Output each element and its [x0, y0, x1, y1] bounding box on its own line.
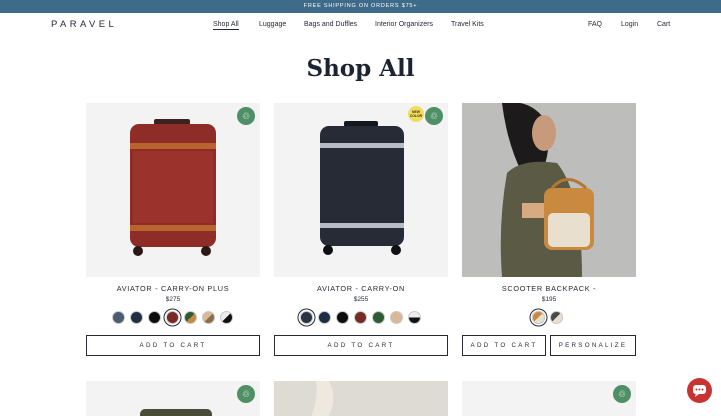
color-swatch[interactable]	[354, 311, 367, 324]
navy-suitcase-image	[320, 121, 404, 255]
color-swatch[interactable]	[184, 311, 197, 324]
nav-bags-and-duffles[interactable]: Bags and Duffles	[304, 21, 357, 28]
chat-glyph-icon	[693, 385, 706, 397]
add-to-cart-button[interactable]: ADD TO CART	[274, 335, 448, 356]
color-swatch[interactable]	[408, 311, 421, 324]
green-bag-image	[140, 409, 212, 416]
product-image-aviator-carry-on-plus[interactable]	[86, 103, 260, 277]
recycle-icon: ♲	[613, 385, 631, 403]
color-swatch[interactable]	[390, 311, 403, 324]
color-swatch[interactable]	[550, 311, 563, 324]
product-price: $255	[353, 296, 369, 303]
color-swatch[interactable]	[130, 311, 143, 324]
nav-shop-all[interactable]: Shop All	[213, 21, 239, 30]
product-image-aviator-carry-on[interactable]	[274, 103, 448, 277]
model-photo-row2	[274, 381, 448, 416]
nav-faq[interactable]: FAQ	[588, 21, 602, 28]
red-suitcase-image	[130, 119, 216, 256]
color-swatch[interactable]	[336, 311, 349, 324]
promo-banner: FREE SHIPPING ON ORDERS $75+	[0, 0, 721, 13]
color-swatch[interactable]	[372, 311, 385, 324]
nav-cart[interactable]: Cart	[657, 21, 670, 28]
recycle-icon: ♲	[237, 107, 255, 125]
product-name[interactable]: SCOOTER BACKPACK -	[462, 284, 636, 293]
add-to-cart-button[interactable]: ADD TO CART	[462, 335, 546, 356]
recycle-icon: ♲	[237, 385, 255, 403]
promo-text: FREE SHIPPING ON ORDERS $75+	[303, 3, 418, 9]
product-image-row2-3[interactable]	[462, 381, 636, 416]
color-swatch[interactable]	[220, 311, 233, 324]
product-price: $195	[541, 296, 557, 303]
product-name[interactable]: AVIATOR - CARRY-ON	[274, 284, 448, 293]
color-swatch-selected[interactable]	[166, 311, 179, 324]
color-swatch[interactable]	[202, 311, 215, 324]
logo[interactable]: PARAVEL	[51, 19, 117, 30]
color-swatch-selected[interactable]	[300, 311, 313, 324]
product-image-row2-1[interactable]	[86, 381, 260, 416]
product-name[interactable]: AVIATOR - CARRY-ON PLUS	[86, 284, 260, 293]
product-price: $275	[165, 296, 181, 303]
site-header: PARAVEL Shop All Luggage Bags and Duffle…	[0, 13, 721, 38]
product-image-scooter-backpack[interactable]	[462, 103, 636, 277]
backpack-model-photo	[462, 103, 636, 277]
personalize-button[interactable]: PERSONALIZE	[550, 335, 636, 356]
color-swatch-selected[interactable]	[532, 311, 545, 324]
color-swatch[interactable]	[318, 311, 331, 324]
color-swatch[interactable]	[112, 311, 125, 324]
nav-travel-kits[interactable]: Travel Kits	[451, 21, 484, 28]
color-swatch[interactable]	[148, 311, 161, 324]
nav-luggage[interactable]: Luggage	[259, 21, 286, 28]
add-to-cart-button[interactable]: ADD TO CART	[86, 335, 260, 356]
page-title: Shop All	[306, 55, 415, 82]
nav-interior-organizers[interactable]: Interior Organizers	[375, 21, 433, 28]
nav-login[interactable]: Login	[621, 21, 638, 28]
product-image-row2-2[interactable]	[274, 381, 448, 416]
new-color-badge: NEW COLOR	[408, 106, 424, 122]
recycle-icon: ♲	[425, 107, 443, 125]
chat-bubble-icon[interactable]	[687, 378, 712, 403]
